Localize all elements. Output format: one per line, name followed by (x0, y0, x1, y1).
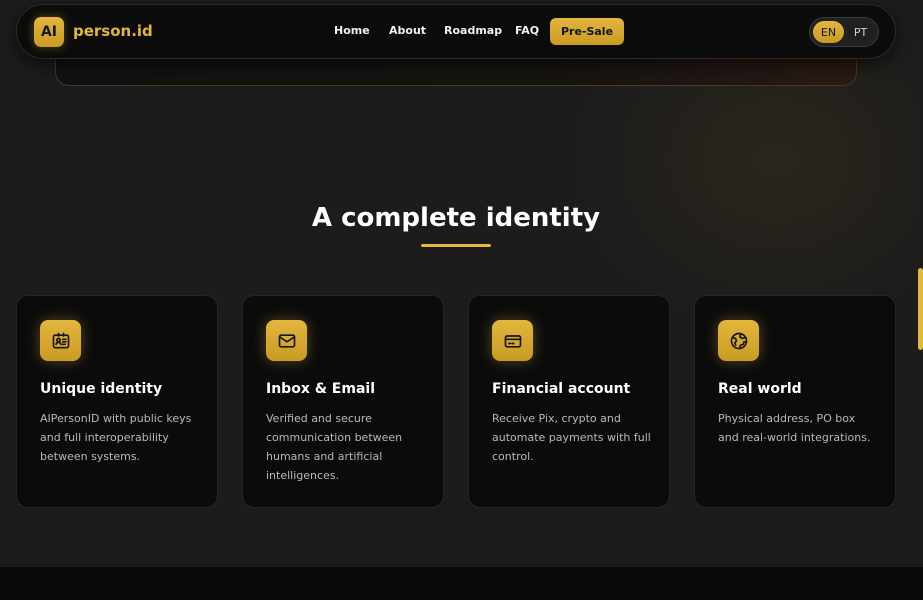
language-pt-button[interactable]: PT (845, 21, 876, 43)
card-title: Real world (718, 381, 802, 397)
feature-card-financial-account: Financial account Receive Pix, crypto an… (468, 295, 670, 508)
language-en-button[interactable]: EN (813, 21, 844, 43)
globe-icon (718, 320, 759, 361)
card-description: Physical address, PO box and real-world … (718, 412, 871, 444)
nav-links: Home About Roadmap FAQ (17, 5, 895, 58)
presale-button[interactable]: Pre-Sale (550, 18, 624, 45)
credit-card-icon (492, 320, 533, 361)
card-description: AIPersonID with public keys and full int… (40, 412, 192, 463)
card-description: Verified and secure communication betwee… (266, 412, 403, 482)
nav-link-about[interactable]: About (389, 24, 426, 37)
card-description: Receive Pix, crypto and automate payment… (492, 412, 651, 463)
nav-link-roadmap[interactable]: Roadmap (444, 24, 502, 37)
nav-link-home[interactable]: Home (334, 24, 370, 37)
card-title: Financial account (492, 381, 631, 397)
envelope-icon (266, 320, 307, 361)
feature-card-unique-identity: Unique identity AIPersonID with public k… (16, 295, 218, 508)
language-toggle: EN PT (809, 17, 879, 47)
nav-link-faq[interactable]: FAQ (515, 24, 539, 37)
title-underline (421, 244, 491, 247)
scrollbar-thumb[interactable] (918, 268, 923, 350)
card-title: Inbox & Email (266, 381, 375, 397)
top-navbar: AI person.id Home About Roadmap FAQ Pre-… (16, 4, 896, 59)
card-title: Unique identity (40, 381, 163, 397)
feature-card-inbox-email: Inbox & Email Verified and secure commun… (242, 295, 444, 508)
next-section-band (0, 567, 923, 600)
feature-card-real-world: Real world Physical address, PO box and … (694, 295, 896, 508)
section-title: A complete identity (311, 203, 601, 233)
id-card-icon (40, 320, 81, 361)
